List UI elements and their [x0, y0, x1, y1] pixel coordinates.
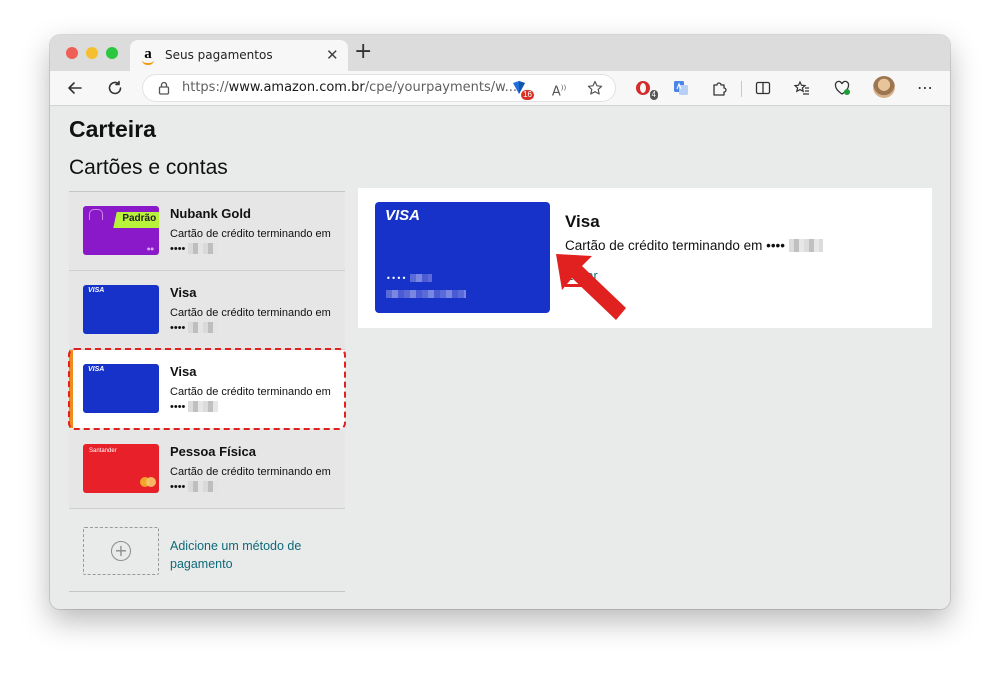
card-description: Cartão de crédito terminando em ••••	[170, 227, 335, 257]
plus-circle-icon: +	[111, 541, 131, 561]
visa-logo: VISA	[385, 207, 421, 224]
section-title: Cartões e contas	[69, 156, 228, 179]
mastercard-logo-icon	[146, 477, 156, 487]
card-detail-panel: VISA •••• Visa Cartão de crédito termina…	[358, 188, 932, 328]
detail-card-name: Visa	[565, 212, 600, 231]
favorites-icon[interactable]	[793, 79, 811, 97]
read-aloud-icon[interactable]: A))	[550, 79, 568, 99]
redacted-digits	[409, 274, 432, 282]
extensions-puzzle-icon[interactable]	[710, 79, 728, 97]
card-description: Cartão de crédito terminando em ••••	[170, 306, 335, 336]
card-number-dots: ••••	[386, 274, 432, 283]
redacted-card-holder	[386, 290, 466, 298]
url-scheme: https://	[182, 80, 229, 95]
card-description: Cartão de crédito terminando em ••••	[170, 465, 335, 495]
card-name: Nubank Gold	[170, 206, 251, 221]
card-name: Pessoa Física	[170, 444, 256, 459]
close-window-button[interactable]	[66, 47, 78, 59]
translate-icon[interactable]	[672, 79, 690, 97]
extension-badge: 16	[521, 90, 534, 100]
page-title: Carteira	[69, 116, 156, 142]
amazon-favicon-icon: a	[140, 47, 156, 65]
extension-count-badge: 4	[649, 90, 658, 100]
add-payment-placeholder[interactable]: +	[83, 527, 159, 575]
toolbar-separator	[741, 81, 742, 97]
default-tag-label: Padrão	[122, 213, 157, 224]
default-tag: Padrão	[113, 212, 159, 228]
maximize-window-button[interactable]	[106, 47, 118, 59]
browser-toolbar: https://www.amazon.com.br/cpe/yourpaymen…	[50, 71, 950, 106]
highlight-dashed-outline	[68, 348, 346, 430]
nubank-logo-icon	[89, 209, 103, 220]
reload-icon[interactable]	[106, 79, 124, 97]
extension-shield-icon[interactable]: 16	[510, 79, 534, 100]
tab-title: Seus pagamentos	[165, 48, 273, 62]
card-brand-mark-icon: ●●	[147, 246, 154, 251]
card-dots-text: ••••	[386, 274, 407, 283]
redacted-digits	[188, 243, 219, 254]
nubank-card-thumbnail: Padrão ●●	[83, 206, 159, 255]
card-name: Visa	[170, 285, 197, 300]
tab-strip: a Seus pagamentos ✕ +	[50, 35, 950, 71]
browser-window: a Seus pagamentos ✕ + https://www.amazon…	[50, 35, 950, 609]
santander-logo: Santander	[89, 448, 117, 454]
browser-essentials-heart-icon[interactable]	[833, 79, 851, 97]
favorite-star-icon[interactable]	[586, 79, 604, 97]
lock-icon[interactable]	[156, 80, 172, 96]
add-payment-method-row[interactable]: + Adicione um método de pagamento	[69, 511, 345, 592]
address-bar[interactable]: https://www.amazon.com.br/cpe/yourpaymen…	[142, 74, 616, 102]
more-options-icon[interactable]: ⋯	[916, 79, 934, 97]
tab-close-icon[interactable]: ✕	[326, 46, 339, 64]
back-arrow-icon[interactable]	[66, 79, 84, 97]
profile-avatar[interactable]	[873, 76, 895, 98]
minimize-window-button[interactable]	[86, 47, 98, 59]
redacted-digits	[188, 481, 219, 492]
visa-card-image: VISA ••••	[375, 202, 550, 313]
payment-card-item[interactable]: Santander Pessoa Física Cartão de crédit…	[69, 430, 345, 509]
new-tab-icon[interactable]: +	[354, 41, 372, 63]
visa-logo: VISA	[88, 287, 105, 294]
visa-card-thumbnail: VISA	[83, 285, 159, 334]
redacted-digits	[188, 322, 219, 333]
red-pointer-arrow-icon	[556, 254, 626, 320]
url-text: https://www.amazon.com.br/cpe/yourpaymen…	[182, 80, 517, 95]
tab-seus-pagamentos[interactable]: a Seus pagamentos ✕	[130, 40, 348, 71]
payment-card-item[interactable]: Padrão ●● Nubank Gold Cartão de crédito …	[69, 192, 345, 271]
payment-card-item[interactable]: VISA Visa Cartão de crédito terminando e…	[69, 271, 345, 350]
opera-extension-icon[interactable]: 4	[634, 79, 658, 100]
split-screen-icon[interactable]	[754, 79, 772, 97]
url-path: /cpe/yourpayments/w...	[364, 80, 517, 95]
url-domain: www.amazon.com.br	[228, 80, 365, 95]
redacted-digits	[788, 239, 823, 252]
add-payment-method-link[interactable]: Adicione um método de pagamento	[170, 537, 320, 573]
santander-card-thumbnail: Santander	[83, 444, 159, 493]
payment-card-item-selected[interactable]: VISA Visa Cartão de crédito terminando e…	[68, 348, 346, 430]
page-content: Carteira Cartões e contas Padrão ●● Nuba…	[50, 106, 950, 609]
